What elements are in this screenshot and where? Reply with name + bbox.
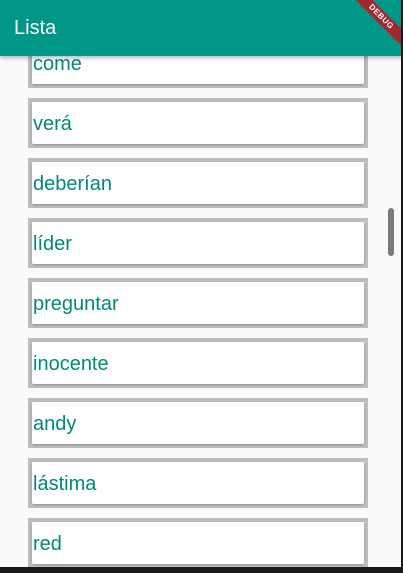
list-item[interactable]: inocente	[28, 338, 368, 388]
list-item[interactable]: lástima	[28, 458, 368, 508]
list-item-card: líder	[32, 222, 364, 264]
list-item-label: deberían	[33, 173, 112, 195]
list-item[interactable]: preguntar	[28, 278, 368, 328]
bottom-edge	[0, 567, 403, 573]
list-item-label: lástima	[33, 473, 97, 495]
list-item[interactable]: líder	[28, 218, 368, 268]
list-item-label: preguntar	[33, 293, 119, 315]
list-item[interactable]: red	[28, 518, 368, 567]
app-bar: Lista	[0, 0, 403, 56]
word-list: come verá deberían líder preguntar inoce…	[28, 56, 368, 567]
list-item[interactable]: deberían	[28, 158, 368, 208]
list-item-card: come	[32, 56, 364, 84]
app-title: Lista	[14, 17, 57, 39]
list-item-card: deberían	[32, 162, 364, 204]
list-item-card: andy	[32, 402, 364, 444]
list-item[interactable]: andy	[28, 398, 368, 448]
list-item-card: lástima	[32, 462, 364, 504]
list-item-card: verá	[32, 102, 364, 144]
list-item[interactable]: come	[28, 56, 368, 88]
list-item-label: red	[33, 533, 62, 555]
list-item-card: preguntar	[32, 282, 364, 324]
list-item-label: come	[33, 56, 82, 75]
list-item-label: verá	[33, 113, 72, 135]
list-item-label: líder	[33, 233, 72, 255]
list-viewport[interactable]: come verá deberían líder preguntar inoce…	[0, 56, 403, 567]
list-item-label: inocente	[33, 353, 109, 375]
list-item-card: red	[32, 522, 364, 564]
list-item-card: inocente	[32, 342, 364, 384]
scrollbar-thumb[interactable]	[388, 208, 394, 256]
list-item[interactable]: verá	[28, 98, 368, 148]
list-item-label: andy	[33, 413, 77, 435]
